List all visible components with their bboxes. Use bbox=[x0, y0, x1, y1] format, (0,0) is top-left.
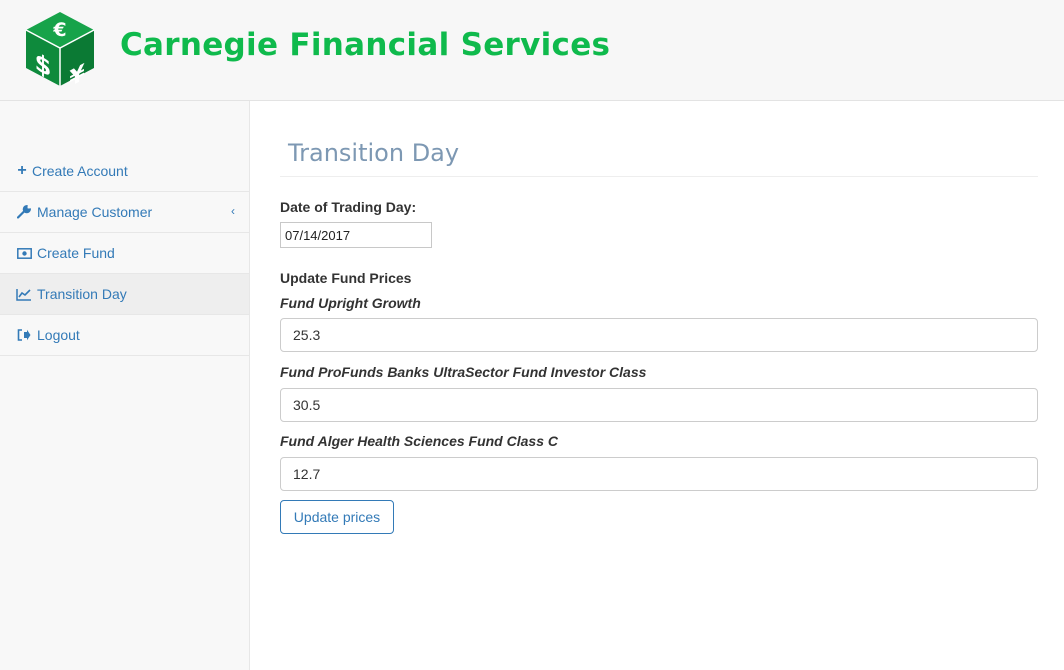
app-header: € $ ¥ Carnegie Financial Services bbox=[0, 0, 1064, 101]
sidebar-item-create-fund[interactable]: Create Fund bbox=[0, 233, 249, 274]
sidebar-nav: + Create Account Manage Customer ‹ Creat… bbox=[0, 151, 249, 356]
sign-out-icon bbox=[16, 328, 32, 342]
sidebar-item-label: Manage Customer bbox=[37, 204, 153, 220]
sidebar-item-logout[interactable]: Logout bbox=[0, 315, 249, 356]
line-chart-icon bbox=[16, 287, 32, 301]
brand-title: Carnegie Financial Services bbox=[120, 27, 611, 63]
section-label: Update Fund Prices bbox=[280, 270, 412, 286]
sidebar-item-label: Logout bbox=[37, 327, 80, 343]
sidebar-item-create-account[interactable]: + Create Account bbox=[0, 151, 249, 192]
sidebar-item-label: Transition Day bbox=[37, 286, 127, 302]
fund-price-input[interactable] bbox=[280, 457, 1038, 491]
sidebar-item-transition-day[interactable]: Transition Day bbox=[0, 274, 249, 315]
sidebar-item-label: Create Fund bbox=[37, 245, 115, 261]
page-title: Transition Day bbox=[280, 139, 1038, 177]
fund-name-label: Fund Upright Growth bbox=[280, 295, 421, 311]
trading-date-input[interactable] bbox=[280, 222, 432, 248]
plus-icon: + bbox=[17, 162, 27, 179]
fund-price-input[interactable] bbox=[280, 388, 1038, 422]
fund-name-label: Fund ProFunds Banks UltraSector Fund Inv… bbox=[280, 364, 647, 380]
svg-text:€: € bbox=[52, 19, 66, 41]
fund-name-label: Fund Alger Health Sciences Fund Class C bbox=[280, 433, 558, 449]
sidebar-item-manage-customer[interactable]: Manage Customer ‹ bbox=[0, 192, 249, 233]
sidebar: + Create Account Manage Customer ‹ Creat… bbox=[0, 101, 250, 670]
chevron-left-icon[interactable]: ‹ bbox=[231, 204, 235, 218]
wrench-icon bbox=[16, 205, 32, 219]
fund-price-input[interactable] bbox=[280, 318, 1038, 352]
date-label: Date of Trading Day: bbox=[280, 199, 417, 215]
sidebar-item-label: Create Account bbox=[32, 163, 128, 179]
currency-cube-icon[interactable]: € $ ¥ bbox=[24, 10, 96, 93]
update-prices-button[interactable]: Update prices bbox=[280, 500, 394, 534]
money-icon bbox=[16, 246, 32, 260]
